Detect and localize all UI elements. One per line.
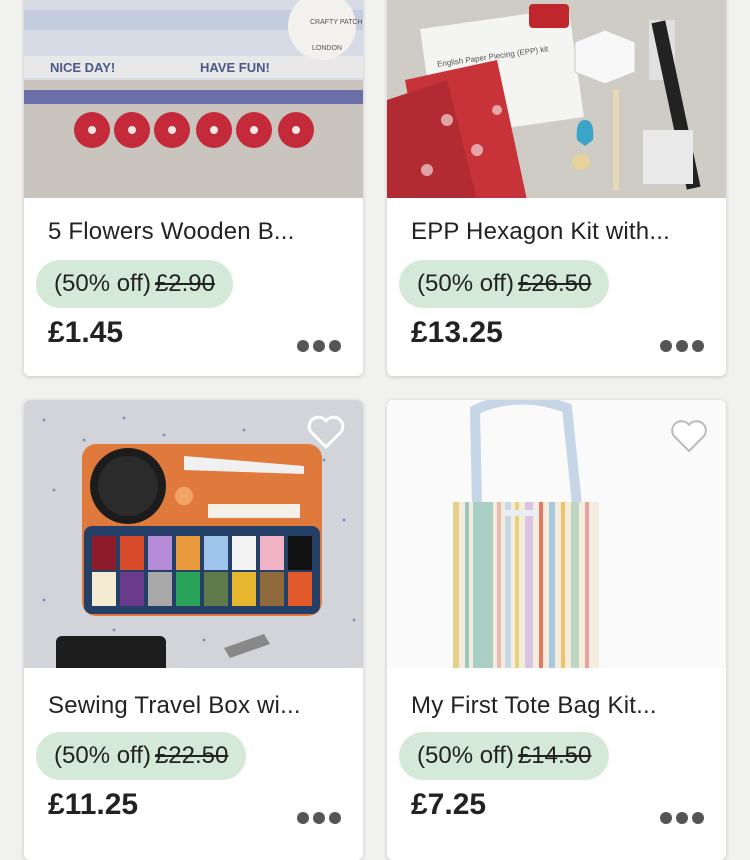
product-image[interactable]: NICE DAY! HAVE FUN! CRAFTY PATCH LONDON	[24, 0, 363, 198]
logo-text: CRAFTY PATCH	[310, 19, 363, 26]
sale-price: £13.25	[411, 316, 503, 349]
discount-badge: (50% off) £14.50	[399, 732, 610, 780]
logo-text: LONDON	[312, 45, 342, 52]
discount-percent: (50% off)	[417, 742, 514, 769]
sale-price: £1.45	[48, 316, 124, 349]
sale-price: £11.25	[48, 788, 139, 821]
discount-badge: (50% off) £22.50	[36, 732, 247, 780]
product-title[interactable]: Sewing Travel Box wi...	[48, 692, 348, 720]
original-price: £22.50	[154, 742, 229, 769]
original-price: £14.50	[517, 742, 592, 769]
sale-price: £7.25	[411, 788, 487, 821]
more-options-icon[interactable]	[297, 812, 341, 824]
fabric-text: NICE DAY!	[50, 60, 115, 75]
more-options-icon[interactable]	[660, 340, 704, 352]
more-options-icon[interactable]	[660, 812, 704, 824]
fabric-text: HAVE FUN!	[200, 60, 270, 75]
product-card[interactable]: My First Tote Bag Kit... (50% off) £14.5…	[387, 400, 726, 860]
product-title[interactable]: 5 Flowers Wooden B...	[48, 218, 348, 246]
product-image[interactable]: English Paper Piecing (EPP) kit	[387, 0, 726, 198]
heart-outline-icon[interactable]	[669, 416, 709, 456]
product-title[interactable]: My First Tote Bag Kit...	[411, 692, 711, 720]
discount-badge: (50% off) £26.50	[399, 260, 610, 308]
heart-outline-icon[interactable]	[306, 412, 346, 452]
original-price: £26.50	[517, 270, 592, 297]
more-options-icon[interactable]	[297, 340, 341, 352]
product-title[interactable]: EPP Hexagon Kit with...	[411, 218, 711, 246]
discount-percent: (50% off)	[417, 270, 514, 297]
product-card[interactable]: Sewing Travel Box wi... (50% off) £22.50…	[24, 400, 363, 860]
discount-percent: (50% off)	[54, 270, 151, 297]
original-price: £2.90	[154, 270, 215, 297]
product-card[interactable]: NICE DAY! HAVE FUN! CRAFTY PATCH LONDON …	[24, 0, 363, 376]
product-card[interactable]: English Paper Piecing (EPP) kit EPP Hexa…	[387, 0, 726, 376]
discount-percent: (50% off)	[54, 742, 151, 769]
discount-badge: (50% off) £2.90	[36, 260, 233, 308]
